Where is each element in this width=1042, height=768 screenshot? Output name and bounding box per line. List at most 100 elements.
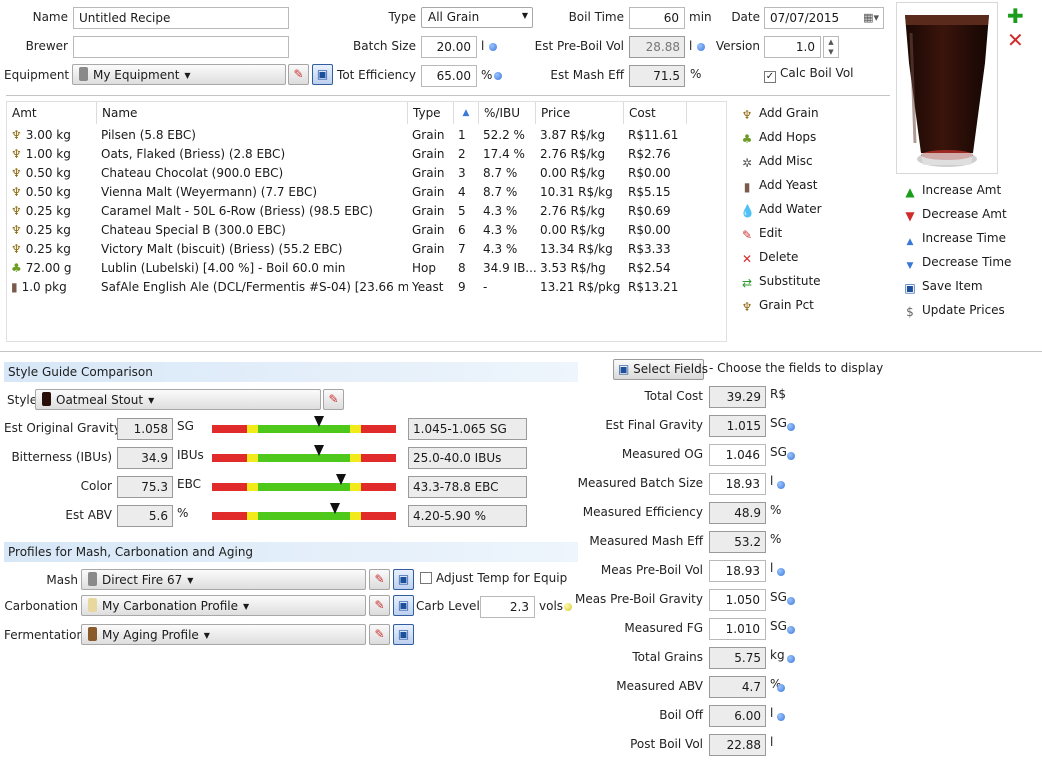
field-unit: l [770,735,774,749]
type-select[interactable]: All Grain ▼ [421,7,533,28]
update-prices-button[interactable]: $ Update Prices [903,303,1005,319]
info-dot-icon[interactable] [787,655,795,663]
mash-value: Direct Fire 67 [102,573,183,587]
substitute-button[interactable]: ⇄ Substitute [740,274,821,290]
grain-pct-button[interactable]: ♆ Grain Pct [740,298,814,314]
version-input[interactable]: 1.0 [764,36,821,58]
brewer-input[interactable] [73,36,289,58]
adjust-temp-checkbox[interactable]: Adjust Temp for Equip [420,571,567,585]
table-row[interactable]: ♆ 0.25 kg Caramel Malt - 50L 6-Row (Briess… [7,202,687,221]
edit-mash-button[interactable]: ✎ [369,569,390,590]
version-spinner[interactable]: ▲ ▼ [823,36,839,58]
column-header-sort-icon[interactable]: ▲ [454,102,479,124]
info-dot-icon[interactable] [787,626,795,634]
spin-down-icon[interactable]: ▼ [824,47,838,57]
edit-equipment-button[interactable]: ✎ [288,64,309,85]
calc-boil-vol-checkbox[interactable]: ✓ Calc Boil Vol [764,66,854,83]
add-yeast-button[interactable]: ▮ Add Yeast [740,178,818,194]
table-row[interactable]: ♆ 0.25 kg Chateau Special B (300.0 EBC) Gra… [7,221,687,240]
info-dot-icon[interactable] [787,452,795,460]
edit-icon: ✎ [374,598,385,612]
info-dot-icon[interactable] [697,43,705,51]
column-header-price[interactable]: Price [536,102,624,124]
table-row[interactable]: ♆ 0.25 kg Victory Malt (biscuit) (Briess) … [7,240,687,259]
amt-value: 1.0 pkg [21,280,67,294]
increase-time-button[interactable]: ▲ Increase Time [903,231,1006,249]
table-row[interactable]: ♣ 72.00 g Lublin (Lubelski) [4.00 %] - Boi… [7,259,687,278]
arrow-up-icon: ▲ [905,185,915,199]
info-dot-icon[interactable] [489,43,497,51]
info-dot-icon[interactable] [494,72,502,80]
cell-price: 13.34 R$/kg [540,242,613,256]
add-hops-button[interactable]: ♣ Add Hops [740,130,817,146]
spin-up-icon[interactable]: ▲ [824,37,838,47]
add-water-button[interactable]: 💧 Add Water [740,202,822,218]
mash-eff-label: Est Mash Eff [550,68,624,82]
select-fields-button[interactable]: ▣ Select Fields [613,359,708,380]
cell-num: 6 [458,223,466,237]
style-row-value: 5.6 [117,505,173,527]
column-header-amt[interactable]: Amt [7,102,97,124]
table-row[interactable]: ♆ 0.50 kg Chateau Chocolat (900.0 EBC) Grai… [7,164,687,183]
tot-efficiency-input[interactable]: 65.00 [421,65,477,87]
column-header-name[interactable]: Name [97,102,408,124]
decrease-amt-button[interactable]: ▼ Decrease Amt [903,207,1006,223]
add-misc-button[interactable]: ✲ Add Misc [740,154,813,170]
boil-time-input[interactable]: 60 [629,7,685,29]
amt-value: 1.00 kg [25,147,71,161]
grain-icon: ♆ [741,300,753,314]
field-input[interactable]: 1.046 [709,444,766,466]
carbonation-profile-dropdown[interactable]: My Carbonation Profile ▼ [81,595,366,616]
close-recipe-icon[interactable]: ✕ [1007,30,1024,50]
table-row[interactable]: ♆ 3.00 kg Pilsen (5.8 EBC) Grain 1 52.2 % 3.87… [7,126,687,145]
edit-fermentation-button[interactable]: ✎ [369,624,390,645]
date-picker[interactable]: 07/07/2015 ▦▾ [764,7,884,29]
table-row[interactable]: ▮ 1.0 pkg SafAle English Ale (DCL/Fermenti… [7,278,687,297]
delete-button[interactable]: ✕ Delete [740,250,798,266]
edit-style-button[interactable]: ✎ [323,389,344,410]
equipment-dropdown[interactable]: My Equipment ▼ [72,64,286,85]
style-dropdown[interactable]: Oatmeal Stout ▼ [35,389,321,410]
add-grain-button[interactable]: ♆ Add Grain [740,106,819,122]
field-input[interactable]: 1.010 [709,618,766,640]
save-mash-button[interactable]: ▣ [393,569,414,590]
calendar-icon[interactable]: ▦▾ [863,11,879,24]
cell-name: Oats, Flaked (Briess) (2.8 EBC) [101,147,286,161]
field-label: Measured OG [621,447,703,461]
increase-amt-button[interactable]: ▲ Increase Amt [903,183,1001,199]
tot-efficiency-label: Tot Efficiency [337,68,416,82]
field-input[interactable]: 18.93 [709,473,766,495]
table-row[interactable]: ♆ 1.00 kg Oats, Flaked (Briess) (2.8 EBC) G… [7,145,687,164]
info-dot-icon[interactable] [777,481,785,489]
info-dot-icon[interactable] [787,597,795,605]
checkbox-icon[interactable]: ✓ [764,71,776,83]
add-recipe-icon[interactable]: ✚ [1007,6,1024,26]
save-carbonation-button[interactable]: ▣ [393,595,414,616]
edit-carbonation-button[interactable]: ✎ [369,595,390,616]
chevron-down-icon: ▼ [184,71,191,80]
chevron-down-icon: ▼ [203,631,210,640]
decrease-time-button[interactable]: ▼ Decrease Time [903,255,1012,273]
info-dot-icon[interactable] [777,568,785,576]
table-row[interactable]: ♆ 0.50 kg Vienna Malt (Weyermann) (7.7 EBC… [7,183,687,202]
checkbox-icon[interactable] [420,572,432,584]
fermentation-profile-dropdown[interactable]: My Aging Profile ▼ [81,624,366,645]
save-item-button[interactable]: ▣ Save Item [903,279,982,295]
triangle-up-icon: ▲ [906,237,914,247]
cell-pct: 34.9 IB... [483,261,536,275]
save-fermentation-button[interactable]: ▣ [393,624,414,645]
info-dot-icon[interactable] [777,713,785,721]
field-input[interactable]: 18.93 [709,560,766,582]
mash-profile-dropdown[interactable]: Direct Fire 67 ▼ [81,569,366,590]
info-dot-icon[interactable] [787,423,795,431]
column-header-type[interactable]: Type [408,102,454,124]
batch-size-input[interactable]: 20.00 [421,36,477,58]
edit-button[interactable]: ✎ Edit [740,226,782,242]
name-input[interactable]: Untitled Recipe [73,7,289,29]
cell-num: 7 [458,242,466,256]
field-input[interactable]: 1.050 [709,589,766,611]
column-header-pct-ibu[interactable]: %/IBU [479,102,536,124]
carb-level-input[interactable]: 2.3 [480,596,535,618]
column-header-cost[interactable]: Cost [624,102,687,124]
info-dot-icon[interactable] [777,684,785,692]
